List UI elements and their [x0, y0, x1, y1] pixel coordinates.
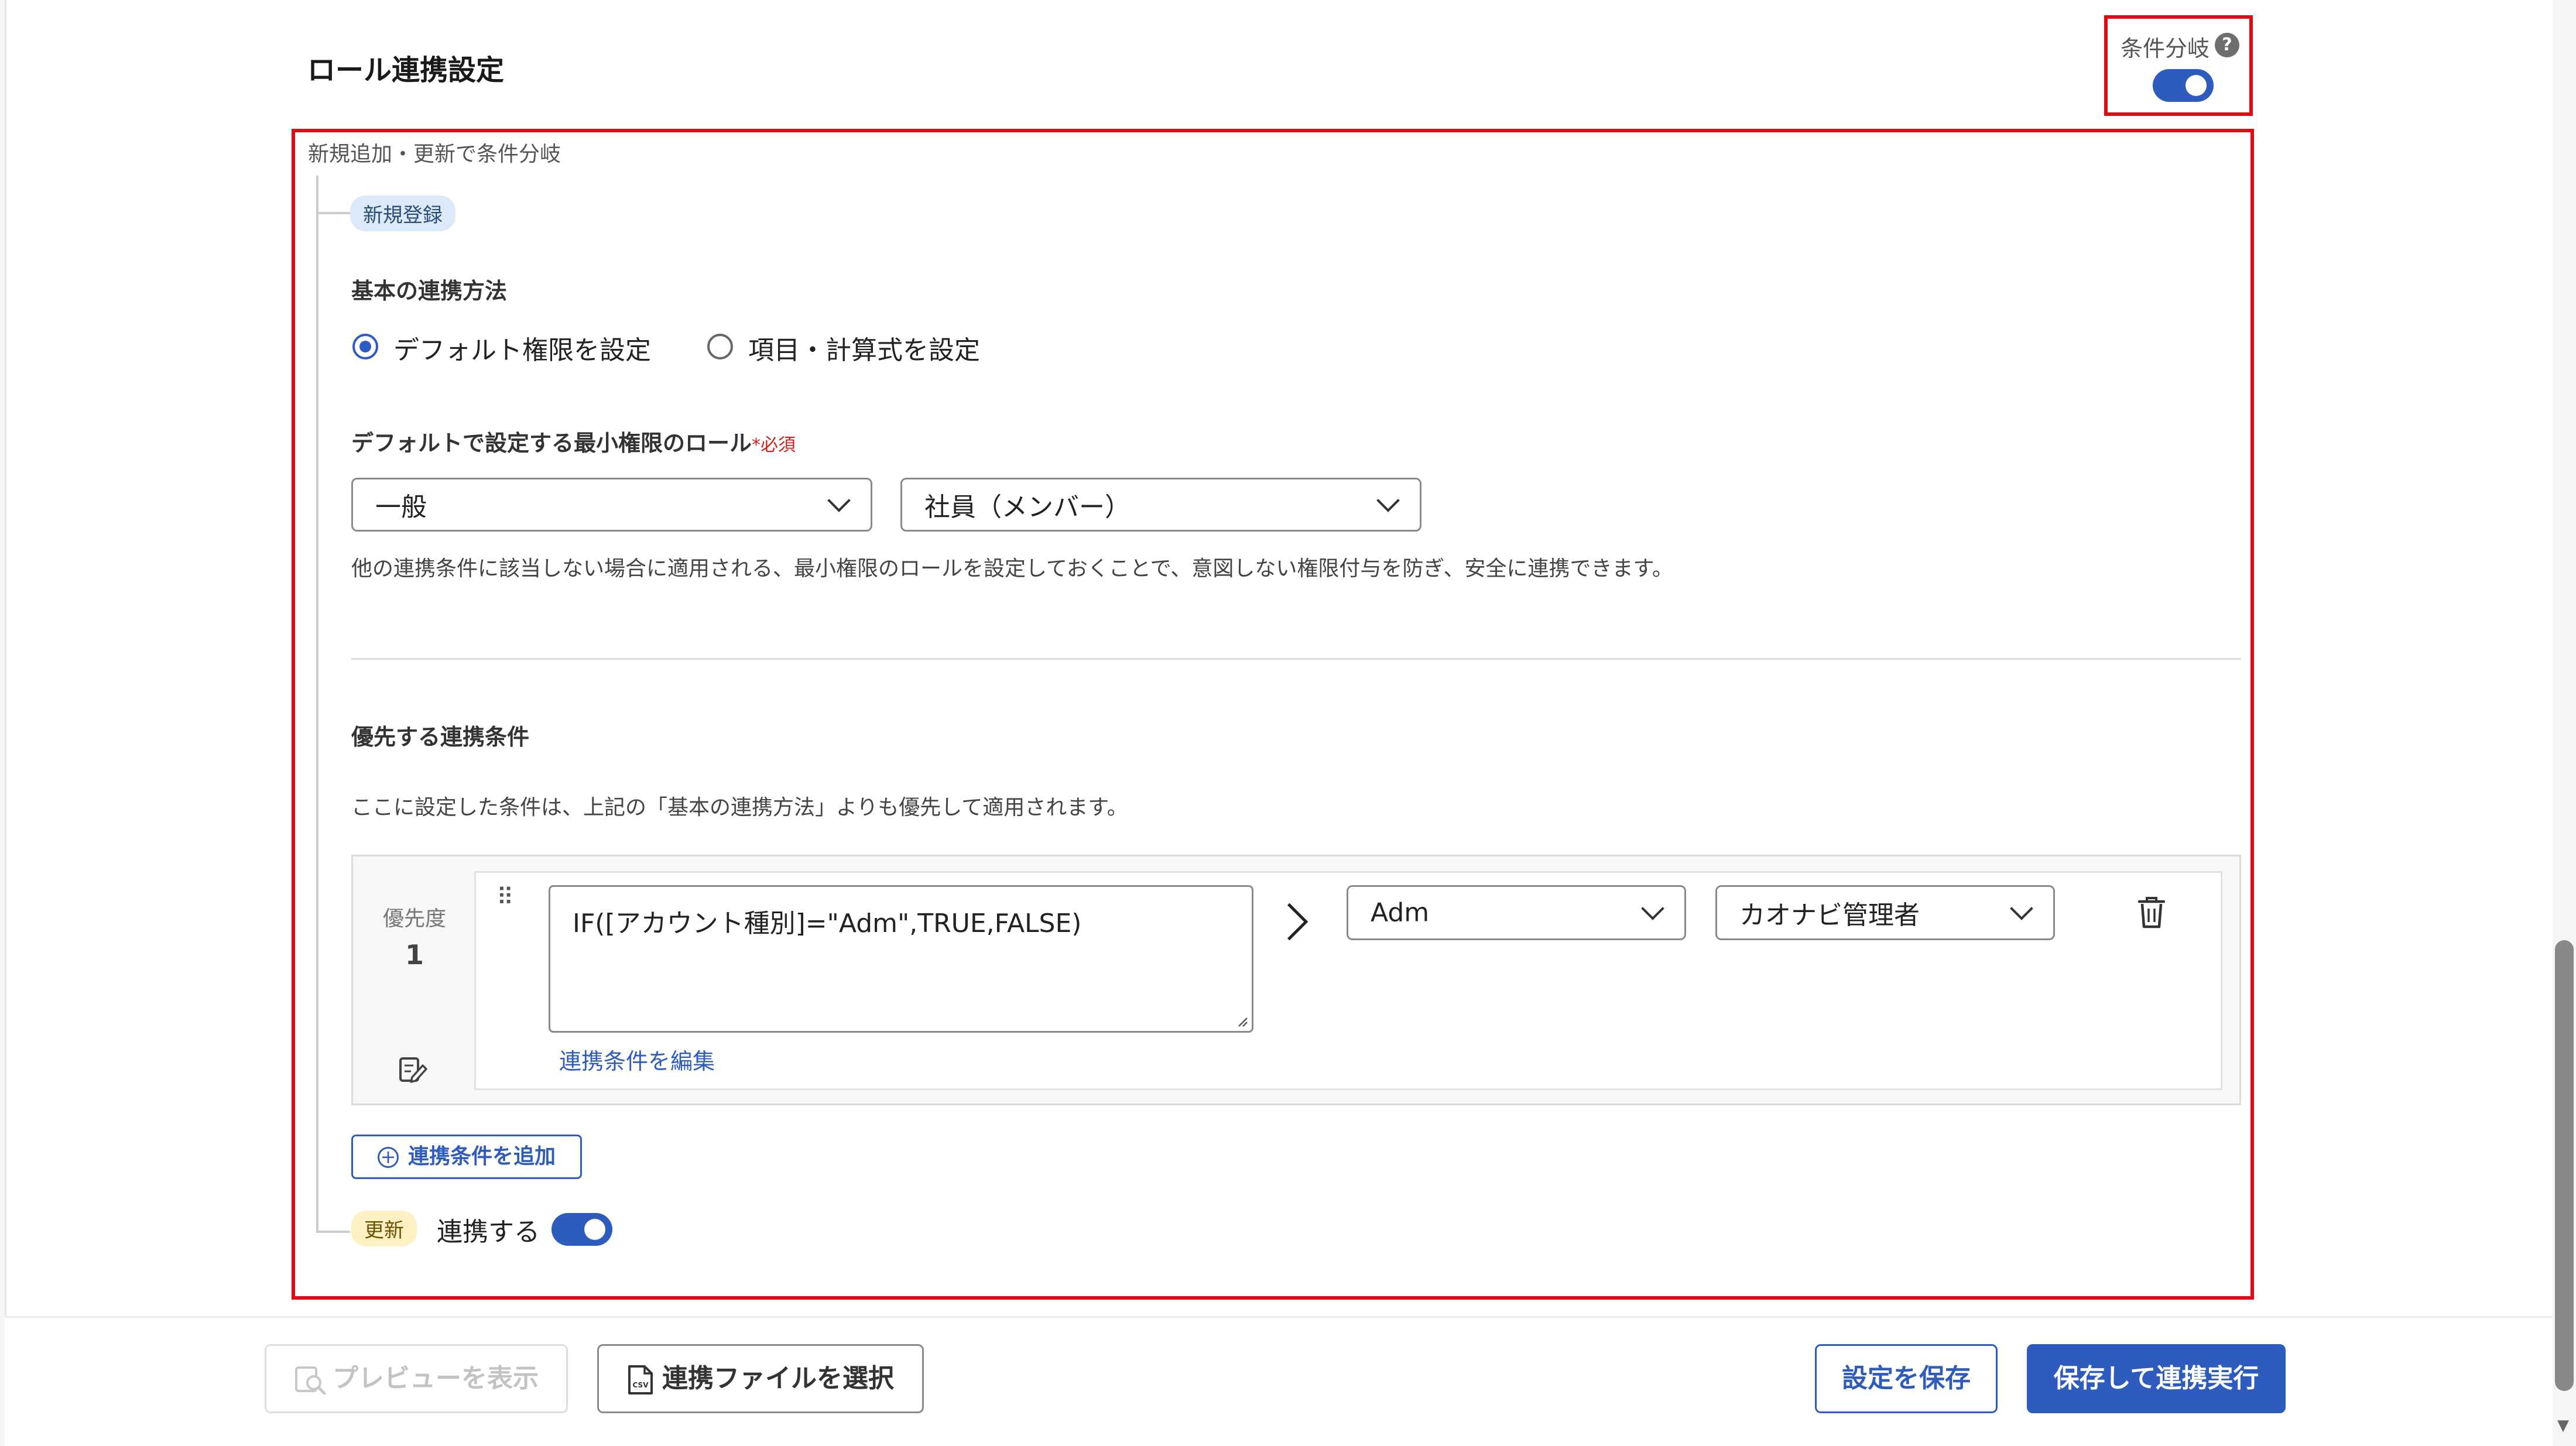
scrollbar-thumb[interactable] — [2555, 940, 2574, 1391]
chevron-down-icon — [1641, 897, 1664, 920]
add-condition-label: 連携条件を追加 — [407, 1145, 556, 1169]
branch-toggle-label: 条件分岐 — [2121, 36, 2210, 61]
plus-circle-icon: + — [377, 1147, 399, 1168]
condition-value: Adm — [1371, 897, 1430, 928]
preview-icon — [295, 1366, 326, 1395]
save-and-run-button[interactable]: 保存して連携実行 — [2027, 1344, 2286, 1413]
condition-role-value: カオナビ管理者 — [1739, 900, 1920, 930]
edit-condition-link[interactable]: 連携条件を編集 — [559, 1043, 715, 1075]
condition-formula-field[interactable]: IF([アカウント種別]="Adm",TRUE,FALSE) — [549, 885, 1253, 1033]
role-select[interactable]: 社員（メンバー） — [900, 478, 1421, 532]
drag-handle-icon[interactable]: ⠿ — [496, 884, 513, 911]
select-file-button[interactable]: CSV 連携ファイルを選択 — [597, 1344, 924, 1413]
priority-number: 1 — [405, 939, 424, 971]
required-asterisk: * — [752, 435, 761, 455]
radio-default-permission-label[interactable]: デフォルト権限を設定 — [393, 329, 651, 366]
update-sync-toggle[interactable] — [551, 1213, 612, 1246]
priority-conditions-title: 優先する連携条件 — [351, 724, 530, 750]
scroll-down-arrow-icon[interactable]: ▼ — [2557, 1417, 2569, 1434]
role-category-value: 一般 — [375, 492, 427, 522]
priority-label: 優先度 — [383, 907, 447, 931]
update-sync-label: 連携する — [437, 1217, 540, 1247]
tree-branch-new — [316, 212, 350, 214]
chevron-down-icon — [827, 489, 851, 512]
radio-default-permission[interactable] — [352, 334, 378, 359]
role-category-select[interactable]: 一般 — [351, 478, 872, 532]
chevron-down-icon — [2010, 897, 2033, 920]
new-registration-tag: 新規登録 — [350, 196, 455, 231]
required-text: 必須 — [761, 435, 796, 455]
condition-role-select[interactable]: カオナビ管理者 — [1715, 885, 2055, 940]
preview-button-label: プレビューを表示 — [333, 1363, 539, 1393]
radio-formula-label[interactable]: 項目・計算式を設定 — [748, 329, 980, 366]
divider — [351, 658, 2241, 660]
toggle-knob — [2186, 75, 2207, 96]
tree-branch-update — [316, 1231, 350, 1233]
resize-handle-icon[interactable] — [1236, 1016, 1248, 1027]
help-icon[interactable]: ? — [2215, 33, 2239, 57]
tree-line — [316, 176, 318, 1232]
condition-value-select[interactable]: Adm — [1347, 885, 1686, 940]
update-tag: 更新 — [351, 1211, 417, 1246]
default-role-label: デフォルトで設定する最小権限のロール*必須 — [351, 425, 796, 457]
toggle-knob — [584, 1219, 605, 1240]
branch-toggle[interactable] — [2153, 69, 2214, 102]
section-title: ロール連携設定 — [307, 54, 505, 87]
basic-method-label: 基本の連携方法 — [351, 278, 508, 304]
edit-note-icon[interactable] — [397, 1054, 427, 1084]
add-condition-button[interactable]: + 連携条件を追加 — [351, 1135, 582, 1179]
branch-caption: 新規追加・更新で条件分岐 — [308, 142, 561, 166]
role-value: 社員（メンバー） — [924, 492, 1131, 522]
csv-file-icon: CSV — [628, 1365, 653, 1394]
priority-conditions-description: ここに設定した条件は、上記の「基本の連携方法」よりも優先して適用されます。 — [351, 796, 1128, 820]
radio-formula[interactable] — [707, 334, 733, 359]
svg-text:CSV: CSV — [633, 1381, 649, 1389]
preview-button[interactable]: プレビューを表示 — [265, 1344, 568, 1413]
condition-formula-text: IF([アカウント種別]="Adm",TRUE,FALSE) — [573, 909, 1082, 938]
default-role-label-text: デフォルトで設定する最小権限のロール — [351, 430, 752, 456]
default-role-hint: 他の連携条件に該当しない場合に適用される、最小権限のロールを設定しておくことで、… — [351, 557, 1673, 581]
select-file-button-label: 連携ファイルを選択 — [662, 1363, 894, 1393]
branch-content-highlight — [292, 129, 2254, 1300]
chevron-down-icon — [1376, 489, 1400, 512]
trash-icon[interactable] — [2136, 895, 2167, 930]
save-settings-button[interactable]: 設定を保存 — [1815, 1344, 1998, 1413]
